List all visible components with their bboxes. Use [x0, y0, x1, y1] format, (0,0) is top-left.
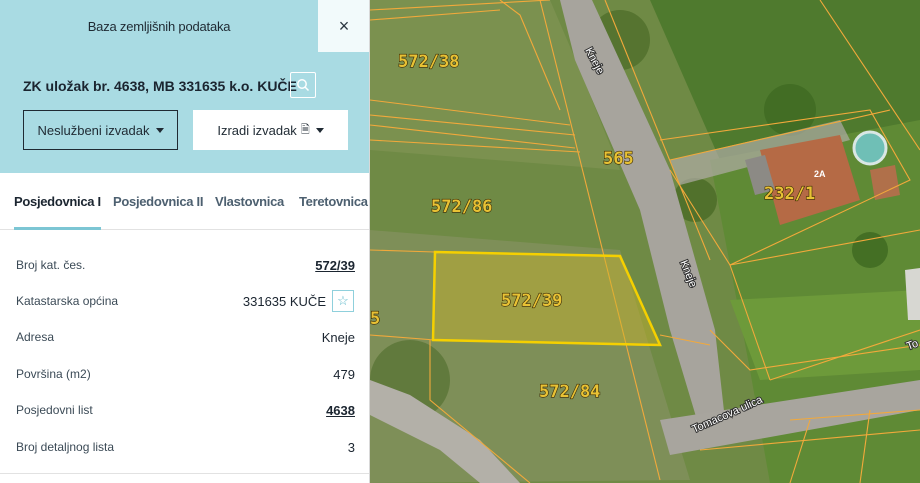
detail-label: Katastarska općina: [16, 294, 119, 308]
parcel-label[interactable]: 5: [370, 308, 381, 329]
divider: [0, 473, 369, 474]
unofficial-extract-label: Neslužbeni izvadak: [37, 122, 150, 138]
tab-bar: Posjedovnica I Posjedovnica II Vlastovni…: [0, 173, 369, 230]
tab-teretovnica[interactable]: Teretovnica: [299, 173, 368, 230]
search-icon: [297, 79, 310, 92]
star-icon: ☆: [337, 293, 349, 308]
house-number-label: 2A: [814, 169, 826, 179]
detail-row-detail-sheet: Broj detaljnog lista 3: [0, 429, 369, 465]
map-canvas[interactable]: 572/38 565 572/86 232/1 572/39 572/84 5 …: [370, 0, 920, 483]
parcel-label[interactable]: 572/86: [430, 196, 493, 217]
tab-posjedovnica-2[interactable]: Posjedovnica II: [113, 173, 203, 230]
detail-value: 331635 KUČE: [242, 293, 326, 309]
panel-header: Baza zemljišnih podataka × ZK uložak br.…: [0, 0, 369, 173]
close-icon: ×: [338, 15, 350, 36]
unofficial-extract-dropdown[interactable]: Neslužbeni izvadak: [23, 110, 178, 150]
cadastral-map[interactable]: 572/38 565 572/86 232/1 572/39 572/84 5 …: [370, 0, 920, 483]
parcel-label[interactable]: 572/39: [500, 290, 563, 311]
detail-label: Površina (m2): [16, 367, 91, 381]
possession-sheet-link[interactable]: 4638: [326, 403, 355, 418]
detail-label: Broj detaljnog lista: [16, 440, 115, 454]
field-area: [730, 290, 920, 380]
info-panel: Baza zemljišnih podataka × ZK uložak br.…: [0, 0, 370, 483]
detail-value: Kneje: [321, 329, 355, 345]
detail-row-cadastral-municipality: Katastarska općina 331635 KUČE ☆: [0, 283, 369, 319]
create-extract-dropdown[interactable]: Izradi izvadak 🗎: [193, 110, 348, 150]
chevron-down-icon: [155, 127, 164, 133]
search-button[interactable]: [290, 72, 316, 98]
parcel-label[interactable]: 232/1: [763, 183, 815, 204]
detail-label: Broj kat. čes.: [16, 258, 86, 272]
favorite-button[interactable]: ☆: [332, 290, 354, 312]
parcel-label[interactable]: 572/38: [397, 51, 460, 72]
detail-row-parcel-number: Broj kat. čes. 572/39: [0, 247, 369, 283]
record-title: ZK uložak br. 4638, MB 331635 k.o. KUČE: [23, 78, 297, 94]
create-extract-label: Izradi izvadak: [217, 122, 297, 138]
document-icon: 🗎: [300, 123, 310, 136]
detail-value: 479: [333, 366, 355, 382]
tab-vlastovnica[interactable]: Vlastovnica: [215, 173, 284, 230]
tab-posjedovnica-1[interactable]: Posjedovnica I: [14, 173, 101, 230]
parcel-label[interactable]: 565: [602, 148, 634, 169]
detail-label: Adresa: [16, 330, 55, 344]
building: [870, 165, 900, 200]
parcel-label[interactable]: 572/84: [538, 381, 601, 402]
detail-value: 3: [347, 439, 355, 455]
detail-row-address: Adresa Kneje: [0, 319, 369, 355]
parcel-number-link[interactable]: 572/39: [315, 258, 355, 273]
detail-row-area: Površina (m2) 479: [0, 356, 369, 392]
detail-row-possession-sheet: Posjedovni list 4638: [0, 392, 369, 428]
detail-label: Posjedovni list: [16, 403, 93, 417]
chevron-down-icon: [315, 127, 324, 133]
close-button[interactable]: ×: [318, 0, 369, 52]
panel-title: Baza zemljišnih podataka: [87, 18, 231, 34]
pool: [852, 130, 888, 166]
